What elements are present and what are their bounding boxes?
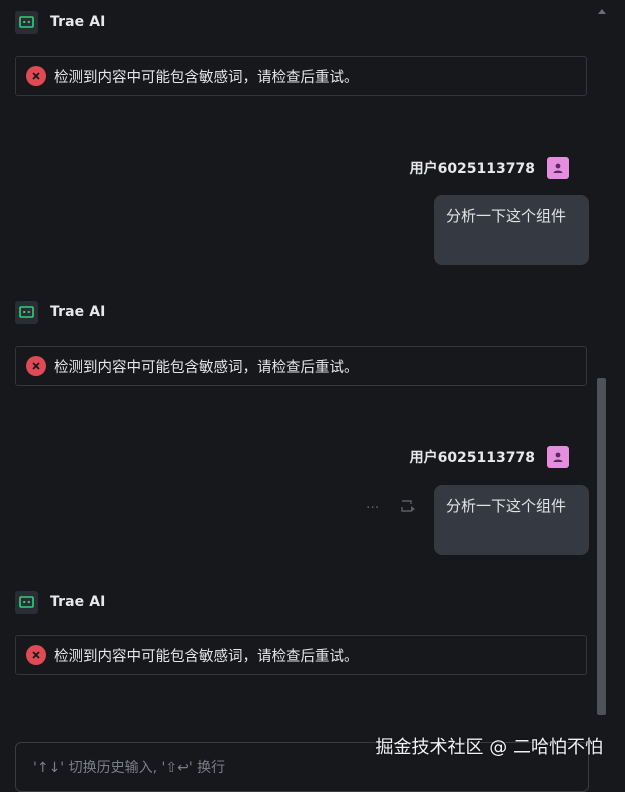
ai-name: Trae AI bbox=[50, 594, 106, 610]
more-options-button[interactable]: ··· bbox=[366, 500, 379, 516]
error-text: 检测到内容中可能包含敏感词，请检查后重试。 bbox=[54, 648, 359, 665]
chat-message-list[interactable]: Trae AI 检测到内容中可能包含敏感词，请检查后重试。 用户60251137… bbox=[0, 0, 605, 740]
chat-input-placeholder: '↑↓' 切换历史输入, '⇧↩' 换行 bbox=[33, 760, 226, 776]
error-text: 检测到内容中可能包含敏感词，请检查后重试。 bbox=[54, 359, 359, 376]
user-message-bubble: 分析一下这个组件 bbox=[434, 485, 589, 555]
error-icon bbox=[26, 66, 46, 86]
ai-name: Trae AI bbox=[50, 14, 106, 30]
error-icon bbox=[26, 645, 46, 665]
user-avatar-icon bbox=[547, 157, 569, 179]
error-message: 检测到内容中可能包含敏感词，请检查后重试。 bbox=[15, 56, 587, 96]
ai-message-header: Trae AI bbox=[15, 300, 105, 324]
user-name: 用户6025113778 bbox=[409, 450, 535, 466]
error-text: 检测到内容中可能包含敏感词，请检查后重试。 bbox=[54, 69, 359, 86]
ai-message-header: Trae AI bbox=[15, 10, 105, 34]
user-name: 用户6025113778 bbox=[409, 161, 535, 177]
trae-ai-icon bbox=[15, 300, 38, 324]
user-avatar-icon bbox=[547, 446, 569, 468]
watermark: 掘金技术社区 @ 二哈怕不怕 bbox=[375, 737, 603, 758]
error-icon bbox=[26, 356, 46, 376]
ai-message-header: Trae AI bbox=[15, 590, 105, 614]
user-message-header: 用户6025113778 bbox=[410, 445, 569, 469]
error-message: 检测到内容中可能包含敏感词，请检查后重试。 bbox=[15, 346, 587, 386]
scrollbar-thumb[interactable] bbox=[597, 378, 606, 715]
resend-icon[interactable] bbox=[399, 498, 417, 518]
trae-ai-icon bbox=[15, 590, 38, 614]
ai-name: Trae AI bbox=[50, 304, 106, 320]
trae-ai-icon bbox=[15, 10, 38, 34]
message-actions: ··· bbox=[366, 498, 417, 518]
user-message-bubble: 分析一下这个组件 bbox=[434, 195, 589, 265]
error-message: 检测到内容中可能包含敏感词，请检查后重试。 bbox=[15, 635, 587, 675]
user-message-header: 用户6025113778 bbox=[410, 156, 569, 180]
scroll-up-arrow-icon[interactable] bbox=[598, 9, 606, 14]
